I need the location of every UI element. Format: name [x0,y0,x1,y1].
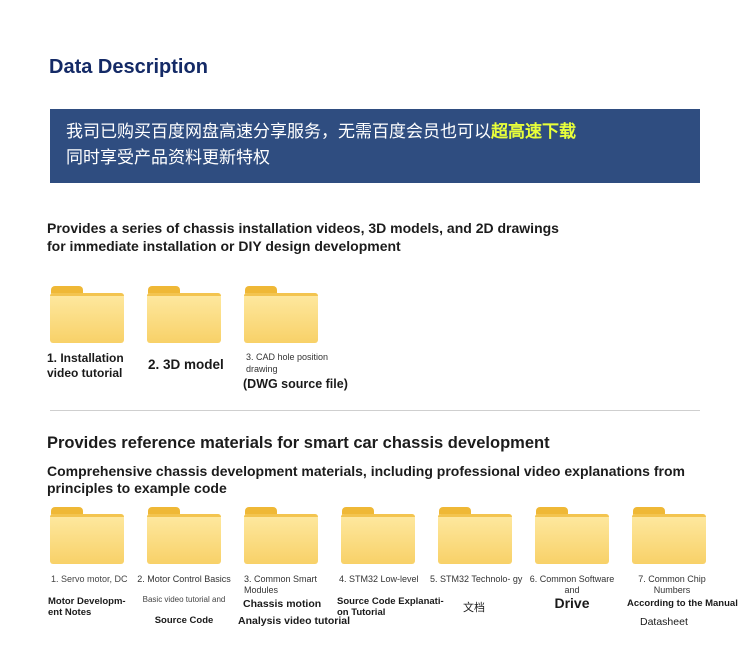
folder-label-chip-bottom: Datasheet [640,616,688,628]
folder-label-software-bottom: Drive [554,595,590,611]
folder-label-stm32-tech-top: 5. STM32 Technolo- gy [430,574,523,584]
folder-icon[interactable] [632,507,706,565]
folder-icon[interactable] [244,286,318,344]
folder-label-chip-mid: According to the Manual [627,598,738,609]
folder-label-servo-top: 1. Servo motor, DC [51,574,128,584]
banner-line-2: 同时享受产品资料更新特权 [66,148,270,168]
folder-label-chip-top: 7. Common Chip Numbers [638,574,706,595]
folder-icon[interactable] [244,507,318,565]
folder-label-motor-top: 2. Motor Control Basics [137,574,231,584]
folder-label-stm32-tech-bottom: 文档 [463,601,485,614]
folder-icon[interactable] [341,507,415,565]
folder-icon[interactable] [147,286,221,344]
folder-icon[interactable] [50,507,124,565]
folder-label-motor-mid: Basic video tutorial and [142,595,226,604]
folder-label-modules-top: 3. Common Smart Modules [244,574,318,595]
folder-icon[interactable] [438,507,512,565]
section1-heading: Provides a series of chassis installatio… [47,220,559,254]
folder-label-motor-bottom: Source Code [154,615,214,626]
folder-label-software-top: 6. Common Software and [529,574,615,595]
folder-label-modules-mid: Chassis motion [243,598,322,610]
folder-label-cad: 3. CAD hole position drawing [246,352,329,374]
section2-heading: Provides reference materials for smart c… [47,434,550,452]
section2-subheading: Comprehensive chassis development materi… [47,463,685,496]
folder-icon[interactable] [50,286,124,344]
banner-line-1: 我司已购买百度网盘高速分享服务，无需百度会员也可以超高速下载 [66,122,576,142]
folder-label-installation: 1. Installation video tutorial [47,351,124,380]
folder-label-modules-bottom: Analysis video tutorial [238,615,351,627]
banner-highlight: 超高速下载 [491,122,576,142]
page-title: Data Description [49,56,208,78]
folder-icon[interactable] [535,507,609,565]
info-banner: 我司已购买百度网盘高速分享服务，无需百度会员也可以超高速下载 同时享受产品资料更… [50,109,700,183]
folder-label-dwg: (DWG source file) [243,377,348,391]
folder-label-stm32-low-bottom: Source Code Explanati- on Tutorial [337,596,444,618]
section-divider [50,410,700,411]
folder-label-servo-bottom: Motor Developm- ent Notes [48,596,126,618]
folder-label-3d-model: 2. 3D model [148,357,224,372]
folder-label-stm32-low-top: 4. STM32 Low-level [339,574,419,584]
folder-icon[interactable] [147,507,221,565]
